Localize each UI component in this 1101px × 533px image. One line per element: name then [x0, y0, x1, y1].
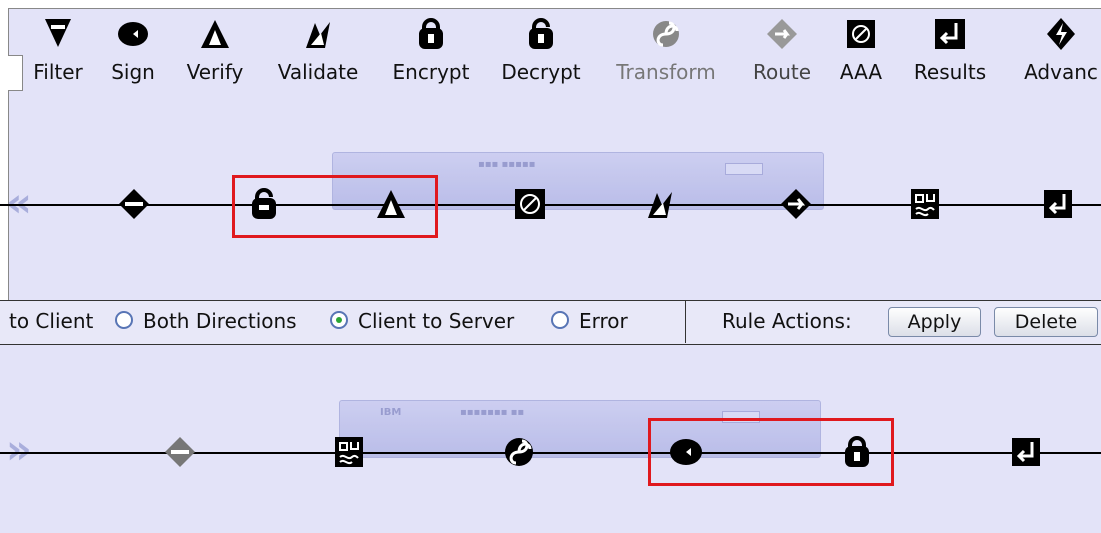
radio-both-directions[interactable]	[115, 311, 133, 329]
rule-node-validate[interactable]	[640, 184, 680, 224]
filter-icon	[36, 14, 80, 54]
divider	[685, 300, 686, 343]
rule-node-results[interactable]	[1006, 432, 1046, 472]
palette-label: Verify	[186, 60, 244, 84]
to-client-label: to Client	[9, 309, 94, 333]
palette-scroll-edge	[8, 55, 23, 91]
rule-node-transform[interactable]	[905, 184, 945, 224]
rule-node-match[interactable]	[114, 184, 154, 224]
rule-start-chevron: »	[6, 427, 31, 473]
aaa-icon	[839, 14, 883, 54]
radio-client-to-server[interactable]	[330, 311, 348, 329]
palette-label: Advanc	[1024, 60, 1098, 84]
rule-actions-label: Rule Actions:	[722, 309, 852, 333]
advanced-icon	[1039, 14, 1083, 54]
rule-start-chevron: «	[6, 180, 31, 226]
rule-node-transform-swirl[interactable]	[499, 432, 539, 472]
rule-node-match[interactable]	[160, 432, 200, 472]
palette-label: Encrypt	[392, 60, 470, 84]
rule-node-route[interactable]	[776, 184, 816, 224]
client-to-server-label: Client to Server	[358, 309, 515, 333]
both-directions-label: Both Directions	[143, 309, 297, 333]
palette-label: Results	[913, 60, 987, 84]
validate-icon	[296, 14, 340, 54]
rule-editor: Filter Sign Verify Validate Encrypt Decr…	[0, 0, 1101, 533]
results-icon	[928, 14, 972, 54]
error-label: Error	[579, 309, 628, 333]
delete-button[interactable]: Delete	[994, 307, 1098, 337]
encrypt-icon	[409, 14, 453, 54]
rule-node-aaa[interactable]	[510, 184, 550, 224]
palette-label: Transform	[616, 60, 716, 84]
apply-button[interactable]: Apply	[888, 307, 981, 337]
sign-icon	[111, 14, 155, 54]
transform-icon	[644, 14, 688, 54]
palette-label: Decrypt	[501, 60, 581, 84]
route-icon	[760, 14, 804, 54]
verify-icon	[193, 14, 237, 54]
palette-label: Sign	[111, 60, 155, 84]
radio-error[interactable]	[551, 311, 569, 329]
rule-node-results[interactable]	[1038, 184, 1078, 224]
palette-label: Filter	[33, 60, 83, 84]
highlight-box	[648, 418, 894, 486]
palette-label: AAA	[839, 60, 883, 84]
decrypt-icon	[519, 14, 563, 54]
palette-label: Route	[752, 60, 812, 84]
palette-label: Validate	[277, 60, 359, 84]
rule-node-transform[interactable]	[329, 432, 369, 472]
highlight-box	[232, 175, 438, 238]
